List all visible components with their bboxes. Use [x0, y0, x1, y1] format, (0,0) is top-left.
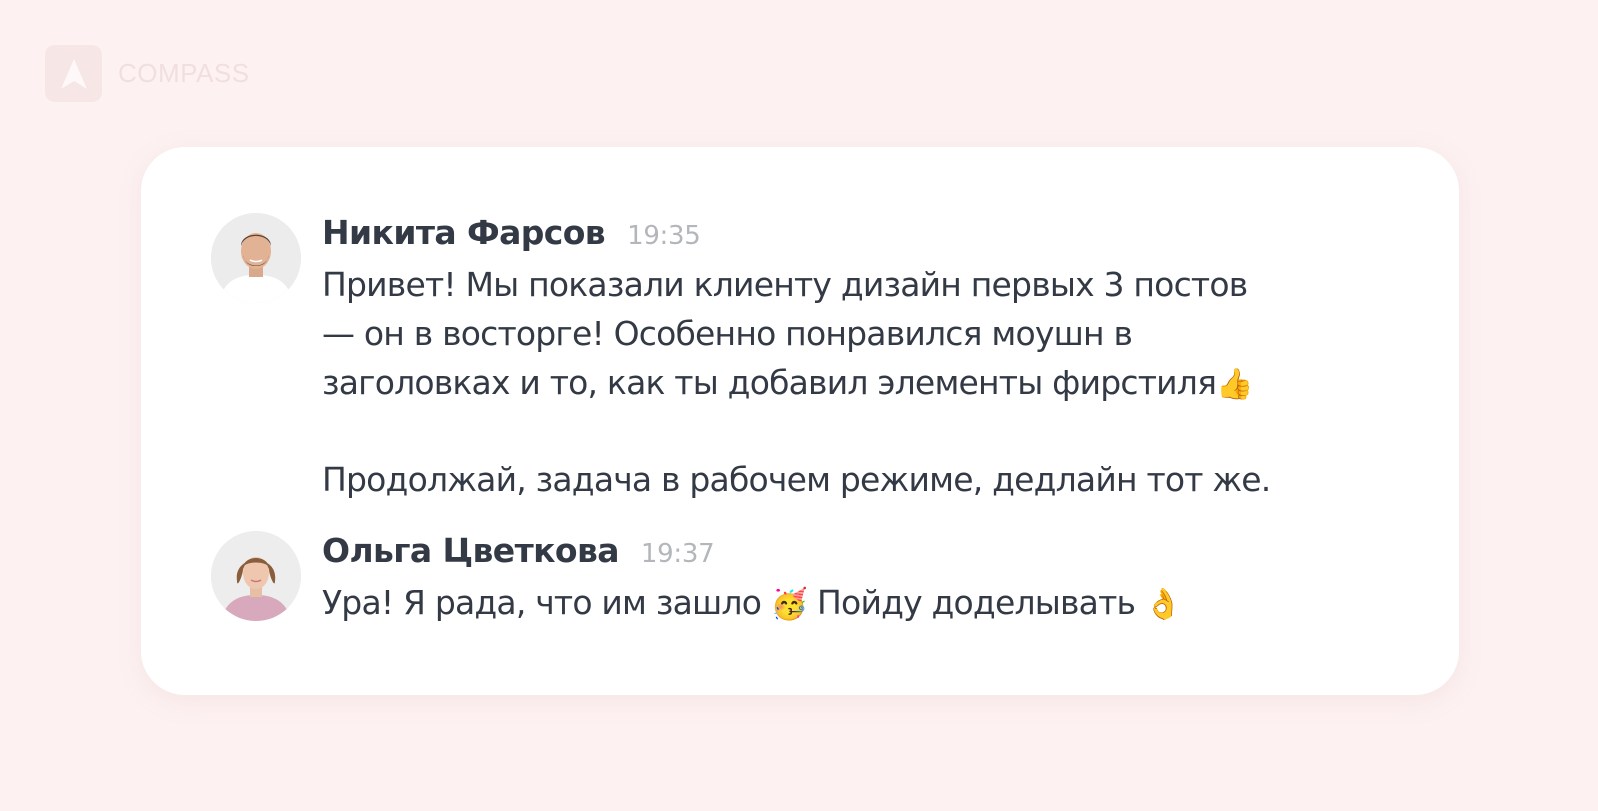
author-name[interactable]: Ольга Цветкова [322, 531, 620, 570]
compass-logo-icon [45, 45, 102, 102]
message-body: Никита Фарсов 19:35 Привет! Мы показали … [322, 213, 1442, 504]
thumbs-up-icon: 👍 [1216, 367, 1253, 402]
message-body: Ольга Цветкова 19:37 Ура! Я рада, что им… [322, 531, 1442, 627]
message-time: 19:37 [640, 539, 715, 569]
avatar[interactable] [211, 213, 301, 303]
message-fragment: Ура! Я рада, что им зашло [322, 583, 771, 622]
message-fragment: Пойду доделывать [807, 583, 1145, 622]
message-paragraph: Привет! Мы показали клиенту дизайн первы… [322, 265, 1248, 402]
chat-message: Никита Фарсов 19:35 Привет! Мы показали … [211, 213, 1442, 504]
message-time: 19:35 [627, 221, 701, 251]
ok-hand-icon: 👌 [1144, 587, 1182, 622]
chat-card: Никита Фарсов 19:35 Привет! Мы показали … [141, 147, 1459, 695]
message-header: Ольга Цветкова 19:37 [322, 531, 1442, 575]
brand-name: COMPASS [118, 58, 250, 88]
message-paragraph: Продолжай, задача в рабочем режиме, дедл… [322, 460, 1271, 499]
brand-logo: COMPASS [45, 45, 250, 102]
author-name[interactable]: Никита Фарсов [322, 213, 606, 252]
party-face-icon: 🥳 [770, 587, 808, 622]
avatar[interactable] [211, 531, 301, 621]
message-text: Привет! Мы показали клиенту дизайн первы… [322, 260, 1442, 407]
message-header: Никита Фарсов 19:35 [322, 213, 1442, 257]
message-text: Продолжай, задача в рабочем режиме, дедл… [322, 455, 1442, 504]
chat-message: Ольга Цветкова 19:37 Ура! Я рада, что им… [211, 531, 1442, 627]
message-text: Ура! Я рада, что им зашло 🥳 Пойду доделы… [322, 578, 1442, 627]
